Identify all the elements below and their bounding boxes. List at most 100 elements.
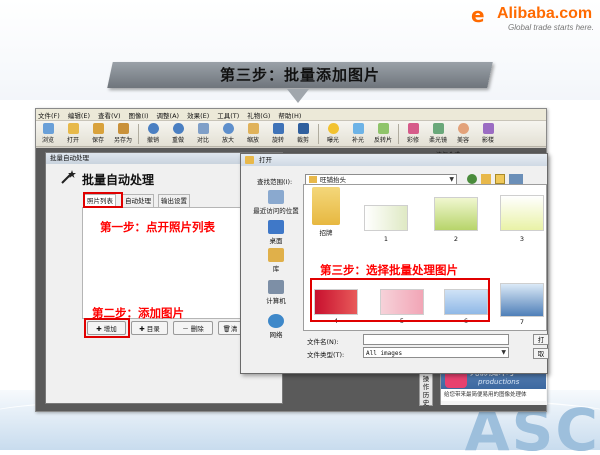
menu-image[interactable]: 图像(I) <box>129 110 149 120</box>
file-label-signboard: 招牌 <box>319 229 333 237</box>
highlight-add-button <box>84 318 130 338</box>
file-label-1: 1 <box>383 235 389 243</box>
magic-wand-icon <box>61 170 76 184</box>
menu-tools[interactable]: 工具(T) <box>217 110 239 120</box>
menu-bar: 文件(F) 编辑(E) 查看(V) 图像(I) 调整(A) 效果(E) 工具(T… <box>36 109 546 121</box>
place-network[interactable]: 网络 <box>251 314 301 339</box>
place-desktop[interactable]: 桌面 <box>251 220 301 245</box>
menu-gifts[interactable]: 礼物(G) <box>247 110 270 120</box>
desktop-icon <box>268 220 284 234</box>
filetype-select[interactable]: All images ▼ <box>363 347 509 358</box>
alibaba-logo-icon: e <box>471 3 485 27</box>
open-dialog-title: 打开 <box>241 154 547 166</box>
tool-fill-light[interactable]: 补光 <box>347 121 369 147</box>
filename-label: 文件名(N): <box>307 338 339 346</box>
color-fix-icon <box>407 123 419 134</box>
tool-crop[interactable]: 裁剪 <box>292 121 314 147</box>
cancel-button[interactable]: 取 <box>533 348 549 359</box>
file-label-7: 7 <box>519 318 525 326</box>
tool-reversal[interactable]: 反转片 <box>372 121 394 147</box>
reversal-film-icon <box>377 123 389 134</box>
menu-edit[interactable]: 编辑(E) <box>68 110 90 120</box>
computer-icon <box>268 280 284 294</box>
promo-footer-text: 给您带来最简便易用的图像处理体 <box>441 389 546 401</box>
menu-help[interactable]: 帮助(H) <box>278 110 301 120</box>
minus-icon: － <box>182 325 191 333</box>
sun-icon <box>327 123 339 134</box>
tool-save[interactable]: 保存 <box>87 121 109 147</box>
up-folder-icon[interactable] <box>481 174 491 184</box>
tool-studio[interactable]: 影楼 <box>477 121 499 147</box>
alibaba-tagline: Global trade starts here. <box>508 23 594 32</box>
highlight-selected-images <box>310 278 490 322</box>
tool-rotate[interactable]: 旋转 <box>267 121 289 147</box>
save-as-icon <box>117 123 129 134</box>
compare-icon <box>197 123 209 134</box>
toolbar-divider <box>318 124 319 144</box>
tab-output-settings[interactable]: 输出设置 <box>158 194 190 207</box>
toolbar-divider <box>398 124 399 144</box>
tool-exposure[interactable]: 曝光 <box>322 121 344 147</box>
promo-subtitle: productions <box>478 378 520 386</box>
look-in-label: 查找范围(I): <box>257 178 293 186</box>
step-banner-title: 第三步：批量添加图片 <box>219 66 380 84</box>
tool-redo[interactable]: 重做 <box>167 121 189 147</box>
folder-icon <box>245 156 254 164</box>
clear-button[interactable]: 🗑清 <box>218 321 242 335</box>
file-thumb-3[interactable] <box>500 195 544 231</box>
library-icon <box>268 248 284 262</box>
place-recent[interactable]: 最近访问的位置 <box>251 190 301 215</box>
soft-focus-icon <box>432 123 444 134</box>
toolbar: 浏览 打开 保存 另存为 撤销 重做 对比 放大 缩放 旋转 裁剪 曝光 补光 … <box>36 121 546 147</box>
view-menu-icon[interactable] <box>509 174 523 184</box>
magnifier-icon <box>222 123 234 134</box>
place-computer[interactable]: 计算机 <box>251 280 301 305</box>
tool-save-as[interactable]: 另存为 <box>112 121 134 147</box>
tool-zoom-in[interactable]: 放大 <box>217 121 239 147</box>
beauty-icon <box>457 123 469 134</box>
undo-icon <box>147 123 159 134</box>
tool-undo[interactable]: 撤销 <box>142 121 164 147</box>
alibaba-logo-name: Alibaba.com <box>497 5 593 22</box>
chevron-down-icon: ▼ <box>501 349 506 356</box>
file-thumb-1[interactable] <box>364 205 408 231</box>
folder-thumb-icon[interactable] <box>312 187 340 225</box>
tool-compare[interactable]: 对比 <box>192 121 214 147</box>
tool-resize[interactable]: 缩放 <box>242 121 264 147</box>
trash-icon: 🗑 <box>222 325 231 333</box>
folder-small-icon <box>309 176 317 183</box>
delete-button[interactable]: － 删除 <box>173 321 213 335</box>
menu-effects[interactable]: 效果(E) <box>187 110 209 120</box>
back-icon[interactable] <box>467 174 477 184</box>
highlight-photo-list-tab <box>83 192 123 208</box>
menu-view[interactable]: 查看(V) <box>98 110 121 120</box>
place-libraries[interactable]: 库 <box>251 248 301 273</box>
recent-places-icon <box>268 190 284 204</box>
file-thumb-2[interactable] <box>434 197 478 231</box>
menu-adjust[interactable]: 调整(A) <box>157 110 180 120</box>
watermark-text: ASC <box>464 405 600 455</box>
open-button[interactable]: 打 <box>533 334 549 345</box>
redo-icon <box>172 123 184 134</box>
browse-icon <box>42 123 54 134</box>
filename-input[interactable] <box>363 334 509 345</box>
toolbar-divider <box>138 124 139 144</box>
tool-beauty[interactable]: 美容 <box>452 121 474 147</box>
file-label-2: 2 <box>453 235 459 243</box>
history-tab[interactable]: 操作历史 <box>419 372 433 407</box>
save-icon <box>92 123 104 134</box>
tool-open[interactable]: 打开 <box>62 121 84 147</box>
plus-icon: ✚ <box>139 325 147 333</box>
fill-light-icon <box>352 123 364 134</box>
new-folder-icon[interactable] <box>495 174 505 184</box>
tool-soft-focus[interactable]: 柔光镜 <box>427 121 449 147</box>
tool-browse[interactable]: 浏览 <box>37 121 59 147</box>
menu-file[interactable]: 文件(F) <box>38 110 60 120</box>
file-label-3: 3 <box>519 235 525 243</box>
step3-callout: 第三步：选择批量处理图片 <box>320 263 458 277</box>
studio-icon <box>482 123 494 134</box>
tool-color-fix[interactable]: 彩修 <box>402 121 424 147</box>
tab-auto-process[interactable]: 自动处理 <box>122 194 154 207</box>
directory-button[interactable]: ✚ 目录 <box>131 321 168 335</box>
file-thumb-7[interactable] <box>500 283 544 317</box>
